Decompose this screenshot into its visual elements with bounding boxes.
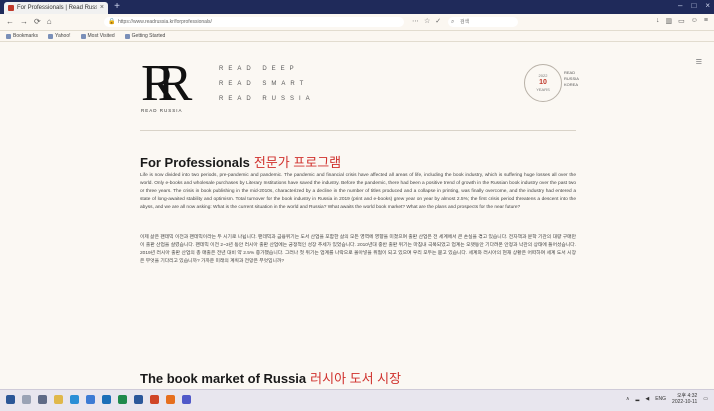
library-icon[interactable]: ▥ bbox=[666, 17, 673, 25]
bookmark-item[interactable]: Bookmarks bbox=[6, 31, 38, 41]
firefox-icon[interactable] bbox=[166, 395, 175, 404]
badge-circle: 2022 10 YEARS bbox=[524, 64, 562, 102]
section-title-ko: 러시아 도서 시장 bbox=[310, 371, 402, 386]
network-icon[interactable]: ▂ bbox=[635, 396, 639, 402]
volume-icon[interactable]: ◀ bbox=[645, 396, 649, 402]
excel-icon[interactable] bbox=[118, 395, 127, 404]
taskbar-icons bbox=[6, 395, 191, 404]
web-page: ≡ RR READ RUSSIA READ DEEP READ SMART RE… bbox=[0, 42, 714, 389]
anniversary-badge: 2022 10 YEARS READ RUSSIA KOREA bbox=[524, 64, 594, 124]
back-button[interactable]: ← bbox=[6, 17, 14, 26]
input-language[interactable]: ENG bbox=[655, 396, 666, 402]
forward-button[interactable]: → bbox=[20, 17, 28, 26]
address-actions: ⋯ ☆ ✓ bbox=[412, 17, 441, 25]
downloads-icon[interactable]: ↓ bbox=[656, 17, 660, 25]
bookmark-icon bbox=[48, 33, 54, 39]
search-box[interactable]: ⌕ 검색 bbox=[448, 17, 518, 27]
teams-icon[interactable] bbox=[182, 395, 191, 404]
section-title-en: For Professionals bbox=[140, 155, 250, 170]
header-divider bbox=[140, 130, 576, 131]
browser-menu-icon[interactable]: ≡ bbox=[704, 17, 708, 25]
home-button[interactable]: ⌂ bbox=[47, 17, 52, 26]
search-placeholder: 검색 bbox=[460, 19, 470, 25]
bookmark-item[interactable]: Getting Started bbox=[124, 31, 166, 41]
bookmark-item[interactable]: Most Visited bbox=[80, 31, 115, 41]
badge-bottom: YEARS bbox=[536, 87, 550, 92]
badge-middle: 10 bbox=[539, 79, 547, 86]
window-controls: – □ × bbox=[678, 1, 710, 10]
notifications-icon[interactable]: ▭ bbox=[703, 396, 708, 402]
url-text: https://www.readrussia.kr/forprofessiona… bbox=[118, 19, 212, 25]
bookmark-label: Most Visited bbox=[87, 32, 115, 39]
close-window-button[interactable]: × bbox=[705, 1, 710, 10]
bookmark-icon bbox=[6, 33, 11, 39]
section-title-ko: 전문가 프로그램 bbox=[253, 155, 342, 170]
slogan-line: READ SMART bbox=[219, 81, 309, 87]
menu-icon[interactable]: ≡ bbox=[696, 56, 702, 68]
site-logo[interactable]: RR READ RUSSIA bbox=[141, 55, 211, 128]
bookmark-star-icon[interactable]: ☆ bbox=[424, 17, 430, 25]
powerpoint-icon[interactable] bbox=[150, 395, 159, 404]
bookmark-label: Yahoo! bbox=[55, 32, 71, 39]
taskbar: ∧ ▂ ◀ ENG 오후 4:32 2022-10-11 ▭ bbox=[0, 389, 714, 411]
bookmarks-bar: Bookmarks Yahoo! Most Visited Getting St… bbox=[0, 31, 714, 42]
check-icon[interactable]: ✓ bbox=[435, 17, 441, 25]
word-icon[interactable] bbox=[134, 395, 143, 404]
navigation-bar: ← → ⟳ ⌂ 🔒 https://www.readrussia.kr/forp… bbox=[0, 14, 714, 31]
badge-side-line: KOREA bbox=[564, 82, 579, 87]
system-tray: ∧ ▂ ◀ ENG 오후 4:32 2022-10-11 ▭ bbox=[626, 393, 708, 405]
section-title: For Professionals 전문가 프로그램 bbox=[140, 152, 341, 171]
slogans: READ DEEP READ SMART READ RUSSIA bbox=[219, 66, 315, 111]
bookmark-label: Getting Started bbox=[131, 32, 166, 39]
clock-date: 2022-10-11 bbox=[672, 399, 698, 405]
search-icon[interactable] bbox=[22, 395, 31, 404]
bookmark-item[interactable]: Yahoo! bbox=[48, 31, 71, 41]
lock-icon: 🔒 bbox=[108, 19, 116, 25]
tab-title: For Professionals | Read Russia bbox=[17, 5, 97, 11]
search-icon: ⌕ bbox=[451, 19, 455, 25]
nav-buttons: ← → ⟳ ⌂ bbox=[6, 17, 52, 26]
file-explorer-icon[interactable] bbox=[54, 395, 63, 404]
badge-side-text: READ RUSSIA KOREA bbox=[564, 70, 579, 88]
section-title: The book market of Russia 러시아 도서 시장 bbox=[140, 368, 401, 387]
logo-letters: RR bbox=[141, 55, 192, 112]
slogan-line: READ RUSSIA bbox=[219, 96, 315, 102]
paragraph-english: Life is now divided into two periods, pr… bbox=[140, 173, 576, 210]
clock[interactable]: 오후 4:32 2022-10-11 bbox=[672, 393, 697, 405]
task-view-icon[interactable] bbox=[38, 395, 47, 404]
minimize-button[interactable]: – bbox=[678, 1, 682, 10]
paragraph-korean: 이제 삶은 팬데믹 이전과 팬데믹이라는 두 시기로 나뉩니다. 팬데믹과 금융… bbox=[140, 235, 576, 264]
logo-subtitle: READ RUSSIA bbox=[141, 108, 183, 113]
toolbar-buttons: ↓ ▥ ▭ ☺ ≡ bbox=[656, 17, 708, 25]
bookmark-icon bbox=[124, 33, 130, 39]
browser-tab[interactable]: For Professionals | Read Russia × bbox=[4, 2, 108, 14]
store-icon[interactable] bbox=[86, 395, 95, 404]
address-bar[interactable]: 🔒 https://www.readrussia.kr/forprofessio… bbox=[104, 17, 404, 27]
bookmark-icon bbox=[80, 33, 86, 39]
section-title-en: The book market of Russia bbox=[140, 371, 307, 386]
edge-icon[interactable] bbox=[70, 395, 79, 404]
tray-arrow-icon[interactable]: ∧ bbox=[626, 396, 630, 402]
mail-icon[interactable] bbox=[102, 395, 111, 404]
start-icon[interactable] bbox=[6, 395, 15, 404]
page-actions-icon[interactable]: ⋯ bbox=[412, 17, 419, 25]
reload-button[interactable]: ⟳ bbox=[34, 17, 41, 26]
sidebar-icon[interactable]: ▭ bbox=[678, 17, 685, 25]
tab-close-icon[interactable]: × bbox=[100, 2, 104, 14]
maximize-button[interactable]: □ bbox=[691, 1, 696, 10]
new-tab-button[interactable]: + bbox=[112, 2, 122, 12]
bookmark-label: Bookmarks bbox=[13, 32, 39, 39]
slogan-line: READ DEEP bbox=[219, 66, 299, 72]
site-favicon-icon bbox=[8, 5, 14, 11]
account-icon[interactable]: ☺ bbox=[691, 17, 698, 25]
browser-tab-bar: For Professionals | Read Russia × + – □ … bbox=[0, 0, 714, 14]
